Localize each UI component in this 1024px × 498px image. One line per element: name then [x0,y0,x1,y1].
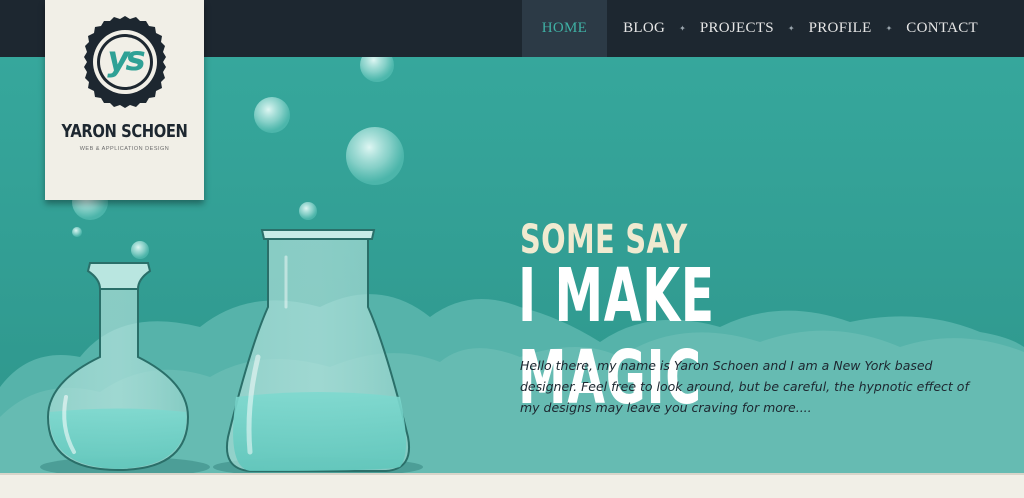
logo-name: YARON SCHOEN [61,121,188,142]
logo-monogram: ys [107,39,145,79]
nav-blog[interactable]: BLOG [623,0,665,57]
nav-separator-icon: ✦ [679,24,686,33]
nav-home[interactable]: HOME [521,0,608,57]
hero-intro-text: Hello there, my name is Yaron Schoen and… [520,358,969,415]
nav-contact[interactable]: CONTACT [906,0,978,57]
logo-tagline: WEB & APPLICATION DESIGN [79,146,170,152]
nav-separator-icon: ✦ [885,24,893,33]
main-nav: HOME BLOG ✦ PROJECTS ✦ PROFILE ✦ CONTACT [521,0,978,57]
nav-projects[interactable]: PROJECTS [700,0,774,57]
logo-card[interactable]: ys YARON SCHOEN WEB & APPLICATION DESIGN [45,0,204,200]
nav-separator-icon: ✦ [787,24,795,33]
page-floor [0,473,1024,498]
nav-profile[interactable]: PROFILE [809,0,872,57]
